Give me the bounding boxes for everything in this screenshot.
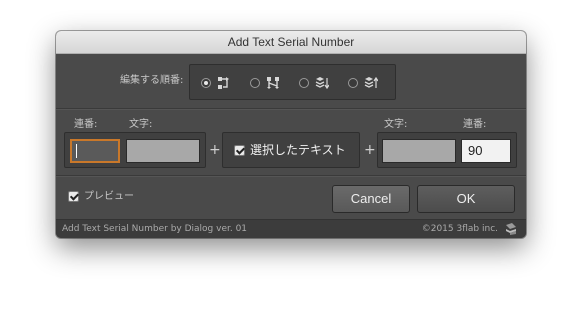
- selected-text-label[interactable]: 選択したテキスト: [250, 142, 346, 158]
- order-label: 編集する順番:: [120, 75, 184, 86]
- plus-sign: +: [364, 142, 376, 158]
- radio-button[interactable]: [250, 78, 260, 88]
- suffix-text-field[interactable]: [382, 139, 456, 163]
- window-title: Add Text Serial Number: [56, 31, 526, 54]
- order-option-vertical[interactable]: [250, 76, 280, 90]
- order-left-to-right-icon: [218, 77, 229, 89]
- radio-button[interactable]: [348, 78, 358, 88]
- preview-checkbox[interactable]: [68, 191, 79, 202]
- suffix-text-label: 文字:: [384, 119, 408, 130]
- selected-text-checkbox[interactable]: [234, 145, 245, 156]
- order-top-to-bottom-icon: [267, 77, 279, 89]
- radio-button[interactable]: [299, 78, 309, 88]
- prefix-number-field[interactable]: [70, 139, 120, 163]
- prefix-number-label: 連番:: [74, 119, 98, 130]
- order-option-horizontal[interactable]: [201, 76, 231, 90]
- order-radio-group: [189, 64, 396, 100]
- suffix-number-label: 連番:: [463, 119, 487, 130]
- order-option-layer-up[interactable]: [348, 76, 378, 90]
- radio-button-selected[interactable]: [201, 78, 211, 88]
- divider: [56, 175, 526, 177]
- footer-copyright: ©2015 3flab inc.: [421, 224, 498, 234]
- layer-stack-down-icon: [315, 77, 329, 90]
- 3flab-logo-icon: [506, 223, 516, 235]
- prefix-text-field[interactable]: [126, 139, 200, 163]
- footer-bar: Add Text Serial Number by Dialog ver. 01…: [56, 219, 526, 238]
- ok-button[interactable]: OK: [417, 185, 515, 213]
- suffix-number-field[interactable]: 90: [461, 139, 511, 163]
- preview-label[interactable]: プレビュー: [84, 191, 134, 203]
- text-caret: [76, 144, 77, 158]
- dialog-window: Add Text Serial Number 編集する順番: 連番: 文字: 文…: [56, 31, 526, 238]
- cancel-button[interactable]: Cancel: [332, 185, 410, 213]
- layer-stack-up-icon: [364, 76, 378, 88]
- prefix-text-label: 文字:: [129, 119, 153, 130]
- divider: [56, 108, 526, 110]
- order-option-layer-down[interactable]: [299, 76, 329, 90]
- plus-sign: +: [209, 142, 221, 158]
- footer-version: Add Text Serial Number by Dialog ver. 01: [62, 224, 248, 234]
